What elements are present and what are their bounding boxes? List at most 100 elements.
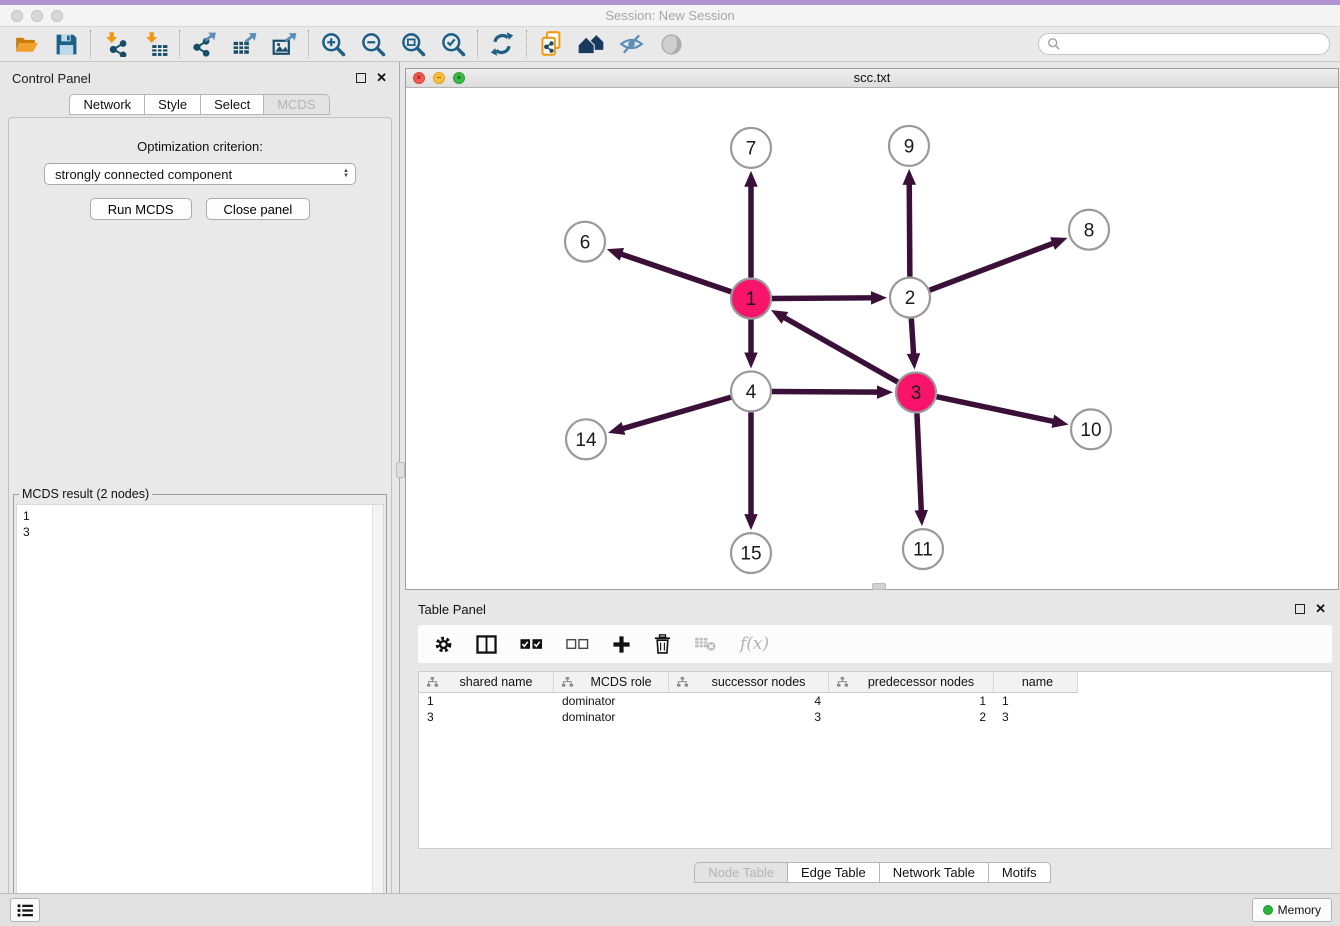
import-table-button[interactable]: [135, 29, 175, 60]
mcds-result-text: 1 3: [17, 505, 383, 543]
column-type-icon: [562, 677, 573, 687]
app-titlebar: Session: New Session: [0, 5, 1340, 27]
edge-3-11[interactable]: [917, 413, 921, 512]
gear-icon: [434, 635, 453, 654]
edge-1-6[interactable]: [620, 254, 731, 292]
delete-table-button[interactable]: [694, 636, 717, 652]
deselect-all-rows-button[interactable]: [566, 638, 589, 650]
edge-2-8[interactable]: [930, 243, 1055, 290]
column-header-predecessor-nodes[interactable]: predecessor nodes: [829, 672, 994, 693]
table-cell: 1: [829, 693, 994, 709]
edge-3-1[interactable]: [783, 317, 898, 382]
network-zoom-button[interactable]: +: [453, 72, 465, 84]
zoom-out-button[interactable]: [353, 29, 393, 60]
zoom-in-button[interactable]: [313, 29, 353, 60]
window-controls[interactable]: [11, 10, 63, 22]
function-builder-button[interactable]: f(x): [740, 634, 769, 654]
zoom-in-icon: [320, 31, 347, 58]
table-row[interactable]: 1dominator411: [419, 693, 1331, 709]
run-mcds-button[interactable]: Run MCDS: [90, 198, 192, 220]
float-table-panel-icon[interactable]: [1295, 604, 1305, 614]
column-header-name[interactable]: name: [994, 672, 1078, 693]
task-history-button[interactable]: [10, 898, 40, 922]
export-table-icon: [231, 31, 258, 57]
edge-4-3[interactable]: [772, 392, 879, 393]
tab-mcds[interactable]: MCDS: [264, 94, 329, 115]
float-panel-icon[interactable]: [356, 73, 366, 83]
search-field[interactable]: [1038, 33, 1330, 55]
graph-node-label-7: 7: [746, 139, 757, 160]
memory-label: Memory: [1278, 903, 1321, 917]
toolbar-separator: [308, 30, 309, 58]
refresh-button[interactable]: [482, 29, 522, 60]
edge-arrowhead: [1050, 237, 1067, 250]
zoom-fit-button[interactable]: [393, 29, 433, 60]
clone-network-button[interactable]: [531, 29, 571, 60]
table-cell: 1: [994, 693, 1078, 709]
tab-node-table[interactable]: Node Table: [694, 862, 788, 883]
save-session-button[interactable]: [46, 29, 86, 60]
export-table-button[interactable]: [224, 29, 264, 60]
network-window-grip[interactable]: [872, 583, 886, 590]
tab-motifs[interactable]: Motifs: [989, 862, 1051, 883]
panel-splitter-grip[interactable]: [396, 462, 405, 478]
search-input[interactable]: [1061, 35, 1329, 53]
edge-4-14[interactable]: [622, 397, 731, 429]
close-window-button[interactable]: [11, 10, 23, 22]
close-panel-button[interactable]: Close panel: [206, 198, 311, 220]
table-cell: 3: [419, 709, 554, 725]
column-label: name: [1002, 675, 1073, 689]
table-cell: 2: [829, 709, 994, 725]
show-eye-icon: [659, 32, 684, 57]
zoom-out-icon: [360, 31, 387, 58]
column-type-icon: [427, 677, 438, 687]
column-header-successor-nodes[interactable]: successor nodes: [669, 672, 829, 693]
graph-node-label-1: 1: [746, 289, 757, 310]
export-image-button[interactable]: [264, 29, 304, 60]
zoom-window-button[interactable]: [51, 10, 63, 22]
edge-1-2[interactable]: [772, 298, 873, 299]
column-header-MCDS-role[interactable]: MCDS role: [554, 672, 669, 693]
zoom-selected-button[interactable]: [433, 29, 473, 60]
status-bar: Memory: [0, 893, 1340, 926]
close-table-panel-icon[interactable]: ✕: [1315, 604, 1326, 614]
import-network-button[interactable]: [95, 29, 135, 60]
table-body: 1dominator4113dominator323: [419, 693, 1331, 725]
network-close-button[interactable]: ×: [413, 72, 425, 84]
tab-select[interactable]: Select: [201, 94, 264, 115]
table-panel: Table Panel ✕: [405, 597, 1340, 886]
network-minimize-button[interactable]: −: [433, 72, 445, 84]
column-type-icon: [677, 677, 688, 687]
first-neighbors-button[interactable]: [571, 29, 611, 60]
tab-network[interactable]: Network: [69, 94, 145, 115]
network-canvas[interactable]: 1234678910111415: [406, 88, 1338, 589]
optimization-criterion-select[interactable]: strongly connected component ▲▼: [44, 163, 356, 185]
network-window-titlebar[interactable]: × − + scc.txt: [406, 69, 1338, 88]
table-cell: 4: [669, 693, 829, 709]
network-window-title: scc.txt: [406, 69, 1338, 87]
minimize-window-button[interactable]: [31, 10, 43, 22]
close-panel-icon[interactable]: ✕: [376, 73, 387, 83]
open-session-button[interactable]: [6, 29, 46, 60]
mcds-result-area[interactable]: 1 3: [16, 504, 384, 926]
memory-button[interactable]: Memory: [1252, 898, 1332, 922]
table-toolbar: f(x): [418, 625, 1332, 663]
select-all-rows-button[interactable]: [520, 638, 543, 650]
column-header-shared-name[interactable]: shared name: [419, 672, 554, 693]
tab-network-table[interactable]: Network Table: [880, 862, 989, 883]
edge-3-10[interactable]: [937, 397, 1055, 422]
show-columns-button[interactable]: [476, 635, 497, 654]
network-window-controls[interactable]: × − +: [413, 72, 465, 84]
table-settings-button[interactable]: [434, 635, 453, 654]
table-row[interactable]: 3dominator323: [419, 709, 1331, 725]
show-all-button[interactable]: [651, 29, 691, 60]
add-column-button[interactable]: [612, 635, 631, 654]
delete-column-button[interactable]: [654, 634, 671, 654]
edge-2-9[interactable]: [909, 183, 910, 277]
tab-edge-table[interactable]: Edge Table: [788, 862, 880, 883]
export-network-button[interactable]: [184, 29, 224, 60]
hide-selected-button[interactable]: [611, 29, 651, 60]
result-scrollbar[interactable]: [372, 505, 383, 926]
edge-2-3[interactable]: [911, 318, 913, 355]
tab-style[interactable]: Style: [145, 94, 201, 115]
